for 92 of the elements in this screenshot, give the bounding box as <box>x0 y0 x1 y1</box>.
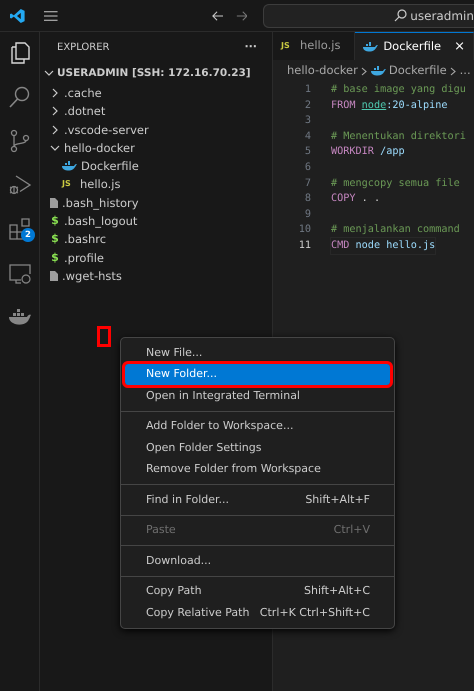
shortcut-label: Shift+Alt+C <box>304 583 370 599</box>
menu-item-label: Find in Folder... <box>146 492 230 508</box>
menu-item-label: New File... <box>146 344 202 360</box>
menu-item[interactable]: Download... <box>125 550 390 572</box>
file-item[interactable]: hello.js <box>80 175 120 194</box>
search-icon <box>394 9 408 22</box>
breadcrumb-item[interactable]: hello-docker <box>287 62 358 80</box>
command-center-search[interactable]: useradmin <box>263 4 474 28</box>
line-number: 4 <box>304 130 311 144</box>
whale-icon <box>62 161 77 172</box>
app-logo-icon[interactable] <box>10 6 26 24</box>
shortcut-label: Ctrl+K Ctrl+Shift+C <box>260 604 370 620</box>
code-line: CMD node hello.js <box>331 238 436 254</box>
shortcut-label: Ctrl+V <box>334 522 370 538</box>
code-line: # base image yang digu <box>331 83 466 97</box>
whale-icon <box>370 66 386 76</box>
whale-icon <box>363 42 378 52</box>
menu-item[interactable]: Open Folder Settings <box>125 437 390 458</box>
shortcut-label: Shift+Alt+F <box>305 492 370 508</box>
menu-item-label: Add Folder to Workspace... <box>146 418 294 434</box>
menu-item[interactable]: Copy Path Shift+Alt+C <box>125 580 390 602</box>
menu-item-label: Open Folder Settings <box>146 440 262 456</box>
line-number: 6 <box>304 160 311 175</box>
code-line: FROM node:20-alpine <box>331 98 448 113</box>
menu-item[interactable]: New Folder... <box>125 364 390 385</box>
menu-item[interactable]: New File... <box>125 342 390 364</box>
forward-arrow-icon[interactable] <box>236 10 248 22</box>
file-icon <box>50 271 58 282</box>
code-line: COPY . . <box>331 192 380 206</box>
file-item[interactable]: .bash_history <box>62 194 139 212</box>
file-icon <box>50 198 58 208</box>
code-line: # Menentukan direktori <box>331 130 466 144</box>
close-icon[interactable]: × <box>454 36 465 56</box>
line-number: 1 <box>304 83 311 97</box>
menu-item-label: Remove Folder from Workspace <box>146 461 321 477</box>
menu-item-label: New Folder... <box>146 366 217 382</box>
line-number: 8 <box>304 192 311 206</box>
menu-item-label: Copy Path <box>146 583 202 599</box>
back-arrow-icon[interactable] <box>212 10 224 22</box>
folder-item[interactable]: .vscode-server <box>64 120 149 139</box>
file-item[interactable]: .wget-hsts <box>62 266 122 286</box>
workspace-root[interactable]: USERADMIN [SSH: 172.16.70.23] <box>57 64 251 82</box>
line-number: 11 <box>298 238 311 253</box>
line-number: 7 <box>304 176 311 191</box>
menu-item-label: Paste <box>146 522 176 538</box>
line-number: 9 <box>304 208 311 222</box>
more-actions-icon[interactable]: ··· <box>244 38 257 56</box>
file-item[interactable]: Dockerfile <box>81 157 139 176</box>
menu-item[interactable]: Find in Folder... Shift+Alt+F <box>125 489 390 510</box>
menu-item[interactable]: Remove Folder from Workspace <box>125 458 390 480</box>
editor-tab[interactable]: Dockerfile × <box>355 32 474 60</box>
file-item[interactable]: .bash_logout <box>64 212 138 230</box>
dollar-icon: $ <box>50 248 60 267</box>
run-debug-icon[interactable] <box>8 173 32 197</box>
folder-item[interactable]: .cache <box>64 84 102 102</box>
file-item[interactable]: .profile <box>64 248 104 267</box>
folder-item[interactable]: .dotnet <box>64 102 106 121</box>
editor-tab[interactable]: JS hello.js <box>273 32 356 60</box>
menu-item[interactable]: Copy Relative Path Ctrl+K Ctrl+Shift+C <box>125 602 390 624</box>
menu-item[interactable]: Add Folder to Workspace... <box>125 416 390 437</box>
folder-item[interactable]: hello-docker <box>64 138 135 158</box>
source-control-icon[interactable] <box>8 129 32 153</box>
menu-item-label: Copy Relative Path <box>146 604 250 620</box>
line-number: 5 <box>304 145 311 160</box>
code-line: WORKDIR /app <box>331 145 405 160</box>
breadcrumb-item[interactable]: Dockerfile <box>388 62 447 80</box>
dollar-icon: $ <box>50 230 60 249</box>
chevron-right-icon <box>450 66 457 76</box>
chevron-right-icon[interactable] <box>50 88 60 98</box>
code-line: # mengcopy semua file <box>331 176 460 191</box>
code-line: # menjalankan command <box>331 223 460 238</box>
notification-badge: 2 <box>21 228 35 242</box>
extensions-icon[interactable] <box>8 217 32 241</box>
search-icon[interactable] <box>8 85 32 109</box>
breadcrumb-item[interactable]: ... <box>460 62 471 80</box>
line-number: 3 <box>304 114 311 128</box>
menu-item-label: Open in Integrated Terminal <box>146 388 300 404</box>
chevron-right-icon <box>360 66 368 76</box>
line-number: 2 <box>304 98 311 113</box>
file-item[interactable]: .bashrc <box>64 230 106 249</box>
menu-item[interactable]: Open in Integrated Terminal <box>125 385 390 406</box>
chevron-down-icon[interactable] <box>44 68 54 78</box>
line-number: 10 <box>298 223 311 238</box>
chevron-right-icon[interactable] <box>50 106 60 116</box>
chevron-right-icon[interactable] <box>50 124 60 135</box>
dollar-icon: $ <box>50 212 60 230</box>
js-icon: JS <box>62 175 76 194</box>
sidebar-title: EXPLORER <box>57 40 110 54</box>
js-icon: JS <box>281 40 295 52</box>
menu-item-label: Download... <box>146 552 212 568</box>
chevron-down-icon[interactable] <box>50 143 60 154</box>
menu-icon[interactable] <box>44 10 58 22</box>
